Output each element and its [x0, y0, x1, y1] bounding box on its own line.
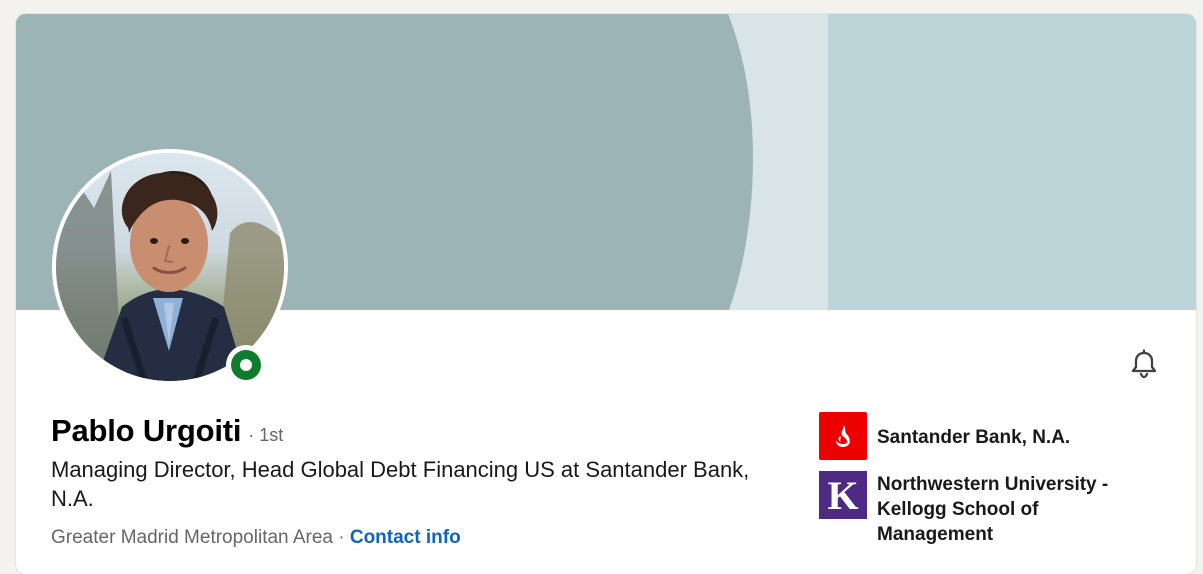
online-status-ring — [231, 350, 261, 380]
location-row: Greater Madrid Metropolitan Area · Conta… — [51, 526, 461, 550]
online-status-icon — [226, 345, 266, 385]
profile-name: Pablo Urgoiti — [51, 413, 242, 448]
education-label: Northwestern University - Kellogg School… — [877, 474, 1109, 545]
profile-card: Pablo Urgoiti · 1st Managing Director, H… — [16, 14, 1196, 574]
santander-logo-icon — [819, 412, 867, 460]
profile-location: Greater Madrid Metropolitan Area — [51, 527, 333, 548]
bell-outline-icon — [1131, 349, 1157, 379]
northwestern-k-logo-icon: K — [819, 471, 867, 519]
current-company-label: Santander Bank, N.A. — [877, 427, 1071, 448]
svg-text:K: K — [827, 474, 858, 516]
education-item[interactable]: K Northwestern University - Kellogg Scho… — [819, 471, 1149, 545]
bell-icon[interactable] — [1127, 347, 1161, 381]
connection-degree: · 1st — [248, 425, 284, 445]
profile-side-list: Santander Bank, N.A. K Northwestern Univ… — [819, 412, 1149, 545]
location-separator: · — [332, 527, 350, 548]
kellogg-k-icon: K — [827, 474, 858, 516]
profile-name-row: Pablo Urgoiti · 1st — [51, 413, 284, 448]
profile-headline: Managing Director, Head Global Debt Fina… — [51, 457, 750, 511]
online-status-center — [240, 359, 252, 371]
current-company-item[interactable]: Santander Bank, N.A. — [819, 412, 1149, 468]
contact-info-link[interactable]: Contact info — [350, 527, 461, 548]
santander-flame-icon — [836, 425, 850, 447]
